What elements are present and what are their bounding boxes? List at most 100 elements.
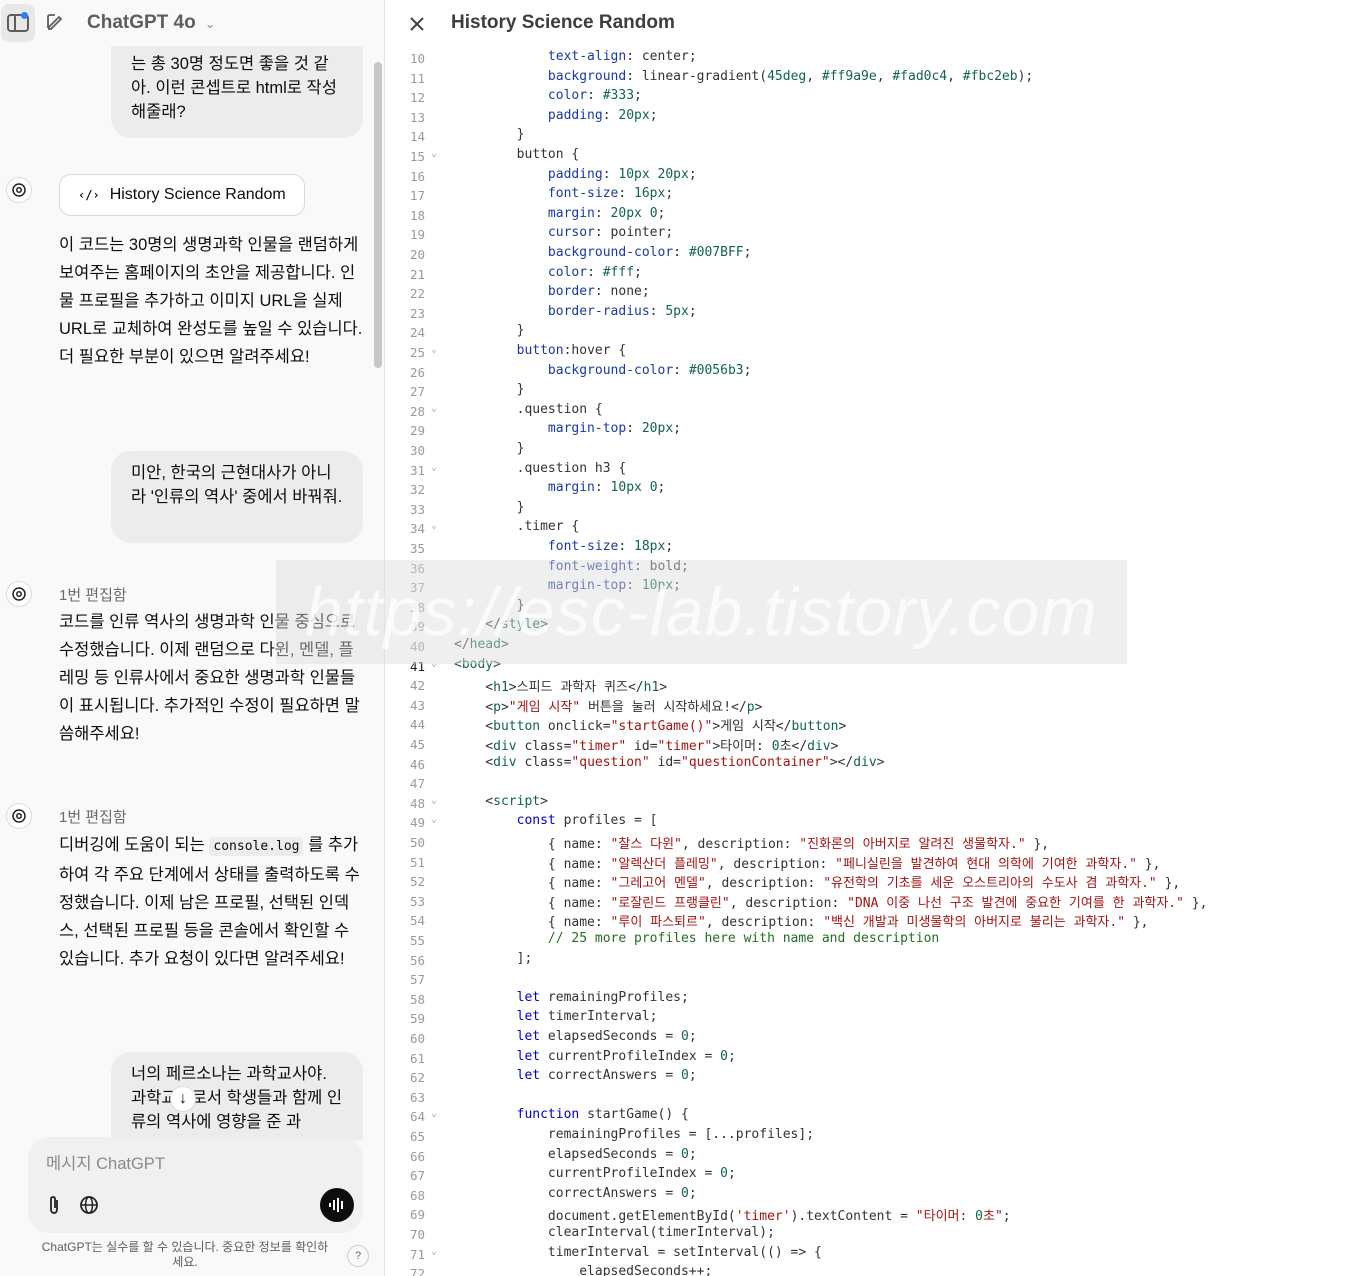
message-composer[interactable]: 메시지 ChatGPT <box>28 1137 363 1233</box>
line-number: 14 <box>409 129 425 145</box>
line-number: 42 <box>409 678 425 694</box>
chat-scrollbar[interactable] <box>374 62 382 368</box>
canvas-button-label: History Science Random <box>109 186 286 203</box>
chat-header: ChatGPT 4o ⌄ <box>0 0 384 46</box>
line-number: 66 <box>409 1148 425 1164</box>
code-line: currentProfileIndex = 0; <box>454 1166 736 1182</box>
code-line: const profiles = [ <box>516 813 658 829</box>
fold-chevron-icon[interactable]: ⌄ <box>431 795 441 806</box>
line-number: 55 <box>409 933 425 948</box>
inline-code: console.log <box>209 837 304 856</box>
line-number: 17 <box>409 188 425 204</box>
line-number: 26 <box>409 364 425 380</box>
line-number: 13 <box>409 109 425 125</box>
code-line: background-color: #007BFF; <box>547 245 752 260</box>
code-line: { name: "로잘린드 프랭클린", description: "DNA 이… <box>454 895 1208 911</box>
fold-chevron-icon[interactable]: ⌄ <box>431 1108 441 1119</box>
code-line: padding: 20px; <box>547 107 658 123</box>
new-chat-icon[interactable] <box>42 8 70 36</box>
fold-chevron-icon[interactable]: ⌄ <box>431 1246 441 1257</box>
voice-mode-icon[interactable] <box>320 1188 354 1222</box>
code-line: margin: 20px 0; <box>547 205 666 221</box>
sidebar-toggle-icon[interactable] <box>1 4 35 42</box>
line-number: 47 <box>409 776 425 792</box>
line-number: 51 <box>409 854 425 870</box>
code-line: margin: 10px 0; <box>547 480 666 496</box>
code-line: } <box>454 323 525 339</box>
code-line: { name: "그레고어 멘델", description: "유전학의 기초… <box>454 876 1181 892</box>
close-icon[interactable] <box>405 12 429 36</box>
line-number: 18 <box>409 207 425 223</box>
globe-icon[interactable] <box>77 1193 101 1217</box>
user-message-text: 미안, 한국의 근현대사가 아니라 '인류의 역사' 중에서 바꿔줘. <box>131 464 343 506</box>
code-line: ]; <box>454 950 533 966</box>
code-line: padding: 10px 20px; <box>547 166 697 182</box>
line-number: 29 <box>409 423 425 439</box>
code-line: color: #333; <box>547 88 642 104</box>
fold-chevron-icon[interactable]: ⌄ <box>431 148 441 159</box>
code-line: cursor: pointer; <box>547 225 674 241</box>
line-number: 48 <box>409 795 425 811</box>
attach-icon[interactable] <box>42 1193 66 1217</box>
line-number: 12 <box>409 90 425 106</box>
edited-label[interactable]: 1번 편집함 <box>59 806 127 827</box>
code-line: <h1>스피드 과학자 퀴즈</h1> <box>454 680 668 696</box>
line-number: 21 <box>409 266 425 282</box>
line-number: 32 <box>409 482 425 498</box>
chatgpt-logo-icon <box>6 581 32 607</box>
code-line: .question { <box>454 401 603 417</box>
code-line: } <box>454 499 525 515</box>
fold-chevron-icon[interactable]: ⌄ <box>431 462 441 473</box>
code-line: border-radius: 5px; <box>547 303 697 319</box>
code-line: <button onclick="startGame()">게임 시작</but… <box>454 719 847 735</box>
line-number: 63 <box>409 1089 425 1105</box>
code-line: .timer { <box>454 519 580 535</box>
line-number: 58 <box>409 991 425 1007</box>
scroll-down-icon[interactable]: ↓ <box>170 1086 196 1112</box>
code-line: <p>"게임 시작" 버튼을 눌러 시작하세요!</p> <box>454 699 763 715</box>
fold-chevron-icon[interactable]: ⌄ <box>431 344 441 355</box>
line-number: 24 <box>409 325 425 341</box>
code-line: <div class="timer" id="timer">타이머: 0초</d… <box>454 739 839 754</box>
line-number: 25 <box>409 345 425 360</box>
line-number: 22 <box>409 286 425 302</box>
fold-chevron-icon[interactable]: ⌄ <box>431 520 441 531</box>
code-line: background: linear-gradient(45deg, #ff9a… <box>547 68 1034 84</box>
code-line: <script> <box>454 793 548 809</box>
line-number: 44 <box>409 717 425 733</box>
code-line: let correctAnswers = 0; <box>516 1068 697 1084</box>
line-number: 46 <box>409 756 425 772</box>
line-number: 43 <box>409 697 425 713</box>
line-number: 33 <box>409 501 425 517</box>
code-line: border: none; <box>547 284 650 300</box>
line-number: 30 <box>409 443 425 458</box>
line-number: 64 <box>409 1109 425 1125</box>
chatgpt-logo-icon <box>6 177 32 203</box>
line-number: 20 <box>409 247 425 262</box>
edited-label[interactable]: 1번 편집함 <box>59 584 127 605</box>
code-line: document.getElementById('timer').textCon… <box>454 1209 1011 1225</box>
code-line: function startGame() { <box>516 1107 689 1123</box>
code-line: let timerInterval; <box>516 1009 658 1025</box>
canvas-open-button[interactable]: ‹/› History Science Random <box>59 174 305 216</box>
line-number: 65 <box>409 1129 425 1144</box>
line-number: 52 <box>409 874 425 890</box>
code-line: <div class="question" id="questionContai… <box>454 754 885 770</box>
model-selector[interactable]: ChatGPT 4o ⌄ <box>87 12 215 34</box>
code-line: } <box>454 441 525 456</box>
line-number: 28 <box>409 403 425 419</box>
code-line: let elapsedSeconds = 0; <box>516 1029 697 1044</box>
line-number: 35 <box>409 541 425 556</box>
notification-dot <box>21 12 28 19</box>
line-number: 70 <box>409 1227 425 1242</box>
line-number: 67 <box>409 1168 425 1184</box>
code-line: clearInterval(timerInterval); <box>454 1225 775 1240</box>
line-number: 71 <box>409 1246 425 1262</box>
message-input[interactable]: 메시지 ChatGPT <box>46 1150 165 1174</box>
fold-chevron-icon[interactable]: ⌄ <box>431 403 441 414</box>
code-line: { name: "알렉산더 플레밍", description: "페니실린을 … <box>454 856 1161 872</box>
fold-chevron-icon[interactable]: ⌄ <box>431 814 441 825</box>
help-button[interactable]: ? <box>347 1245 369 1267</box>
assistant-message: 이 코드는 30명의 생명과학 인물을 랜덤하게 보여주는 홈페이지의 초안을 … <box>59 236 363 366</box>
line-number: 10 <box>409 51 425 66</box>
